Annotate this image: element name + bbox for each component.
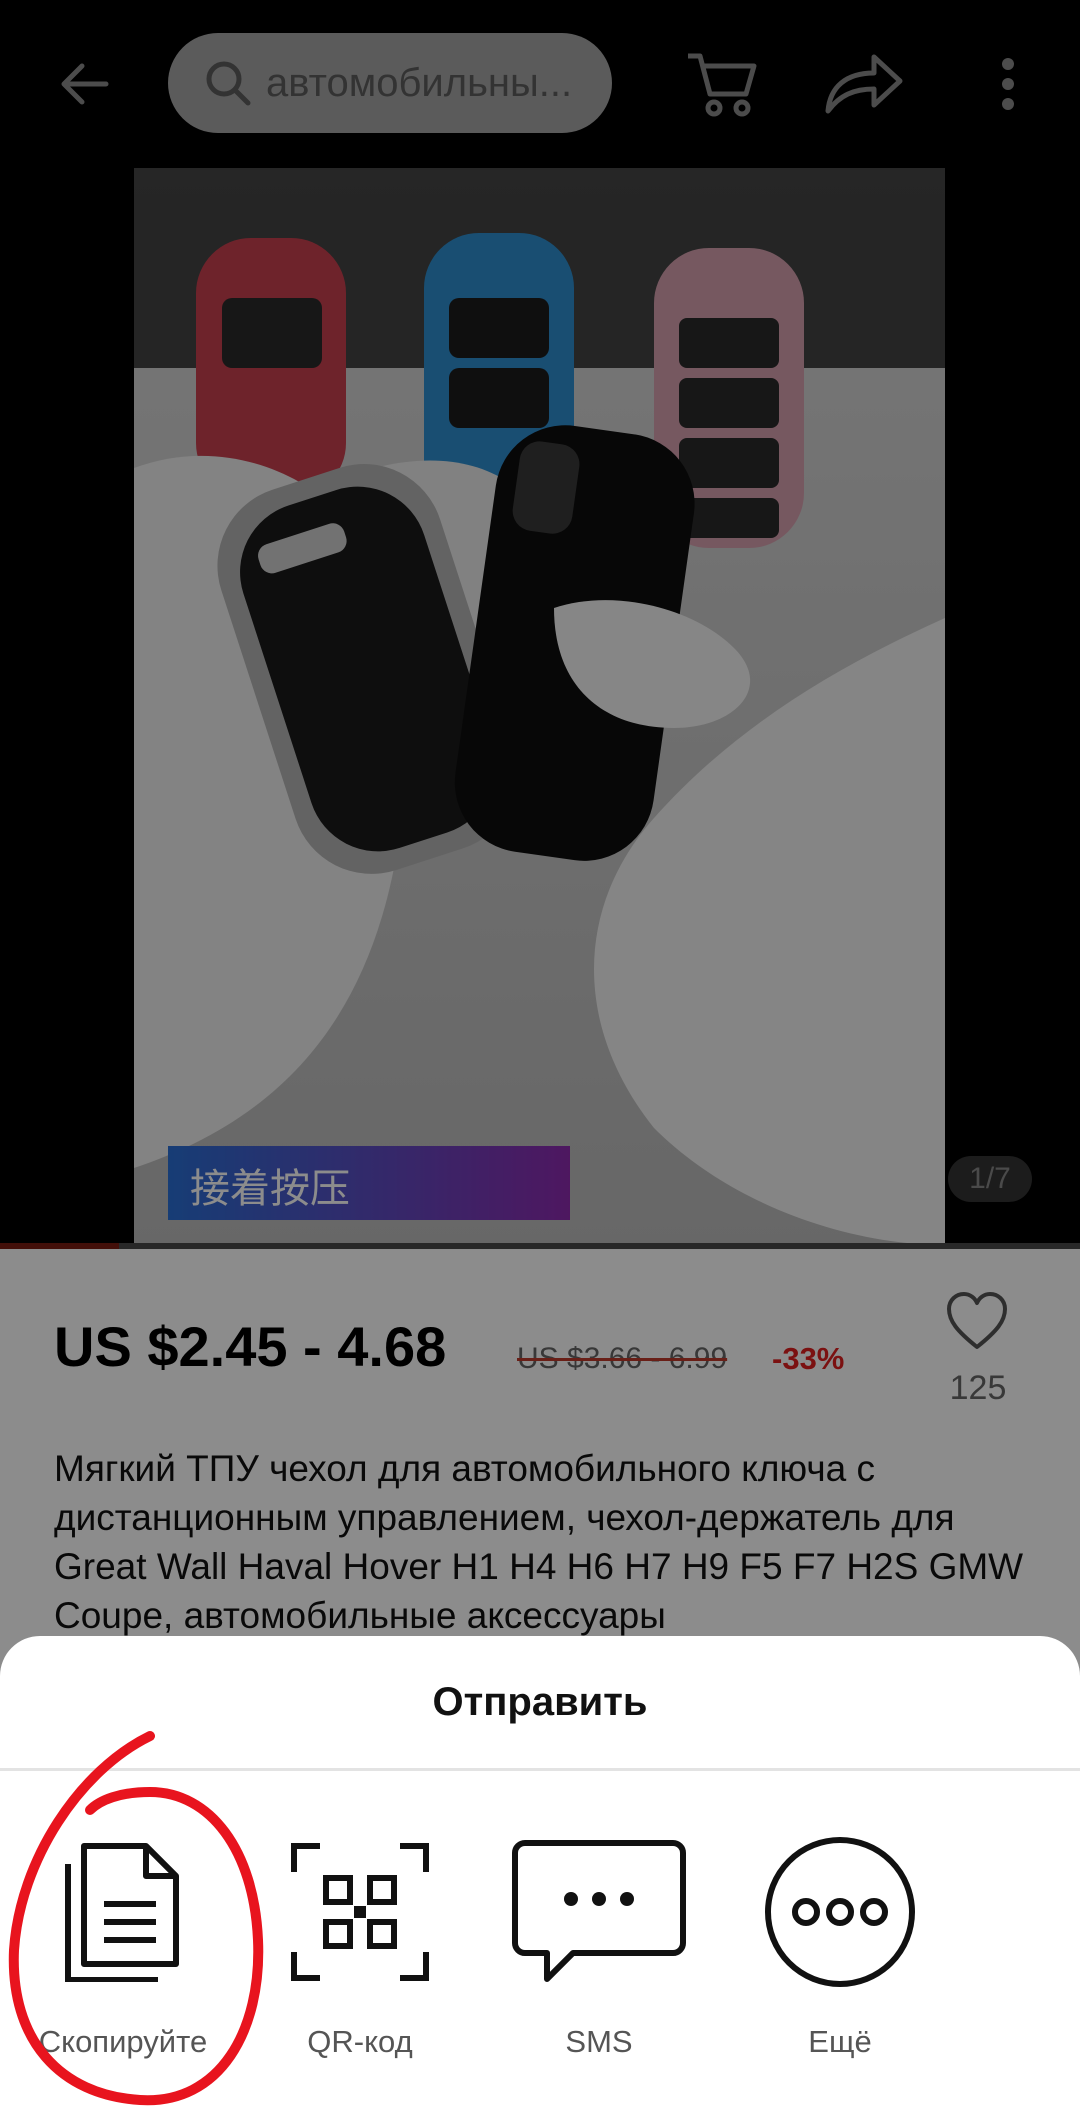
qr-code-icon	[291, 1843, 429, 1981]
share-option-label: SMS	[565, 2024, 633, 2059]
share-option-more[interactable]: Ещё	[740, 1832, 940, 2072]
copy-icon	[65, 1843, 179, 1982]
share-option-label: Ещё	[808, 2024, 872, 2059]
share-option-label: QR-код	[307, 2024, 413, 2059]
share-option-label: Скопируйте	[38, 2024, 208, 2059]
share-option-sms[interactable]: SMS	[499, 1832, 699, 2072]
sms-icon	[512, 1840, 686, 1982]
share-sheet-title: Отправить	[432, 1680, 648, 1724]
share-option-qr-code[interactable]: QR-код	[260, 1832, 460, 2072]
share-option-copy[interactable]: Скопируйте	[23, 1832, 223, 2072]
more-icon	[765, 1837, 915, 1987]
divider	[0, 1768, 1080, 1771]
share-sheet: Отправить Скопируйте QR-код SMS Ещё	[0, 1636, 1080, 2108]
